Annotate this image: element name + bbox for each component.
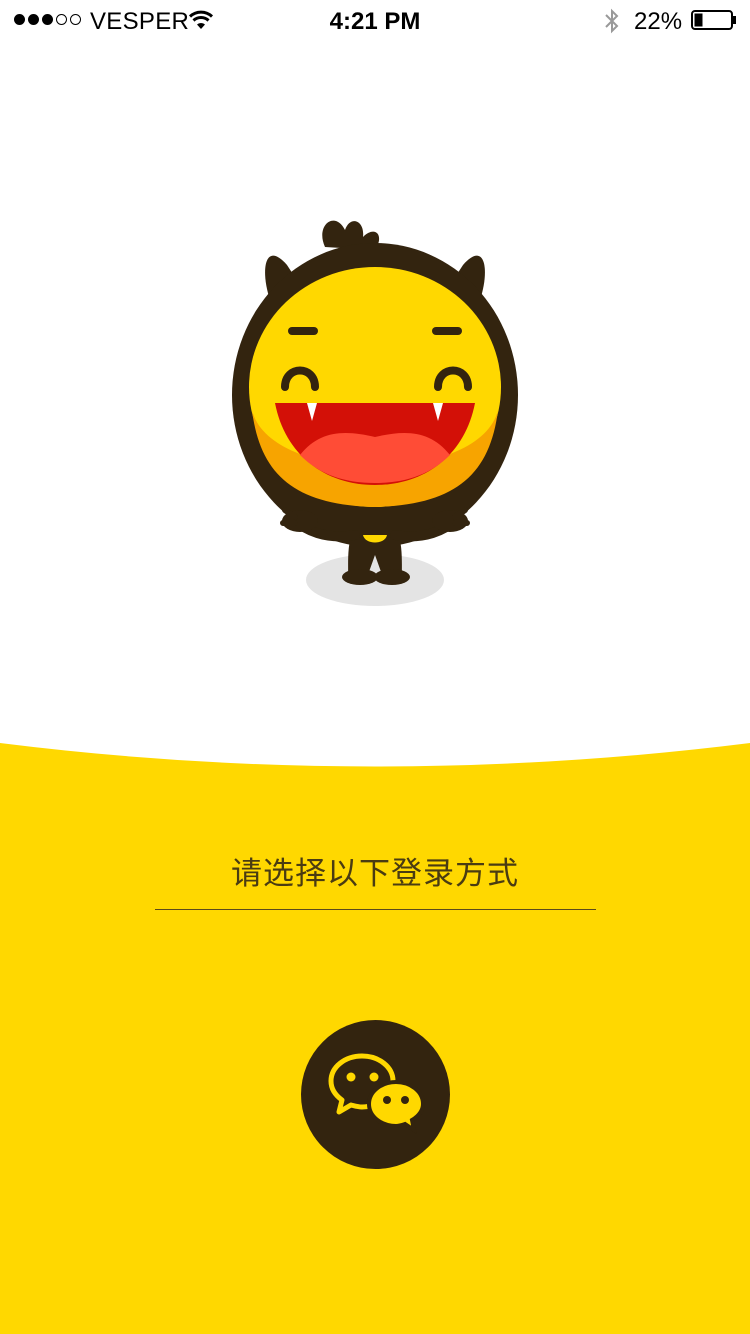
- divider: [155, 909, 596, 910]
- wechat-login-button[interactable]: [301, 1020, 450, 1169]
- login-panel: 请选择以下登录方式: [0, 740, 750, 1334]
- wechat-icon: [328, 1053, 426, 1135]
- battery-icon: [691, 10, 736, 30]
- mascot-illustration: [232, 220, 518, 606]
- status-bar: VESPER 4:21 PM 22%: [0, 0, 750, 40]
- login-prompt: 请选择以下登录方式: [231, 856, 519, 892]
- battery-percent: 22%: [634, 8, 683, 35]
- bluetooth-icon: [605, 8, 619, 34]
